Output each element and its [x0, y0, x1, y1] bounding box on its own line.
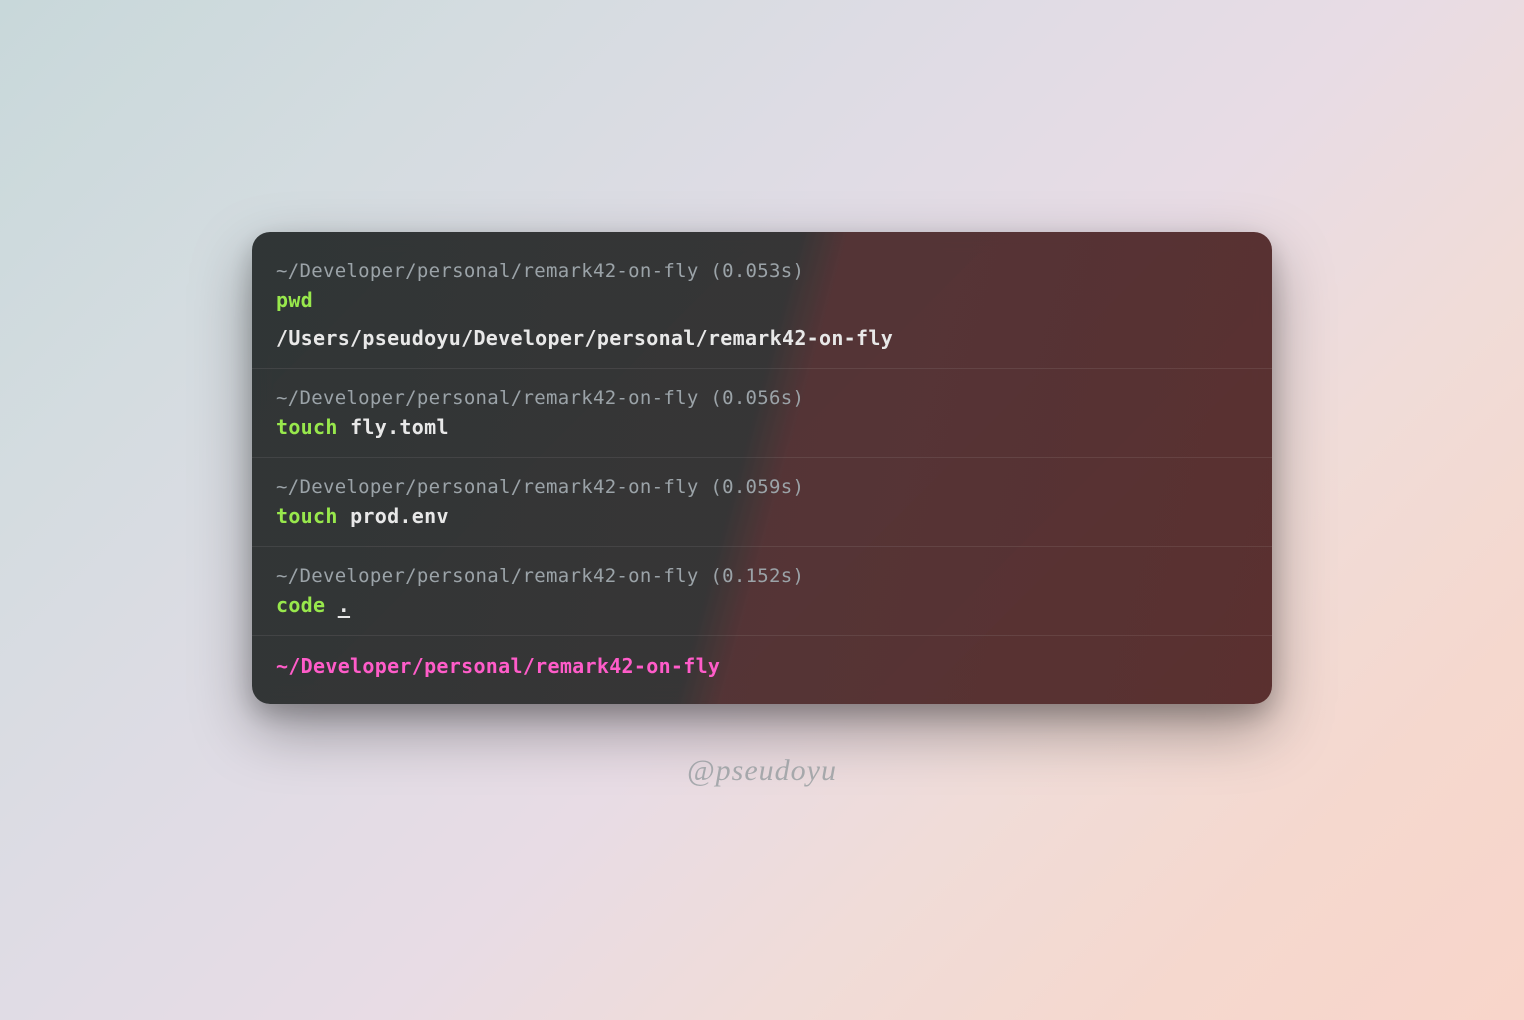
current-prompt: ~/Developer/personal/remark42-on-fly	[276, 654, 1248, 678]
command-line: pwd	[276, 288, 1248, 312]
terminal-block: ~/Developer/personal/remark42-on-fly (0.…	[252, 458, 1272, 547]
command-keyword: code	[276, 593, 325, 617]
prompt-path: ~/Developer/personal/remark42-on-fly (0.…	[276, 387, 1248, 409]
terminal-block: ~/Developer/personal/remark42-on-fly (0.…	[252, 232, 1272, 369]
terminal-window[interactable]: ~/Developer/personal/remark42-on-fly (0.…	[252, 232, 1272, 704]
command-arg: .	[338, 593, 350, 617]
prompt-path: ~/Developer/personal/remark42-on-fly (0.…	[276, 260, 1248, 282]
command-arg: fly.toml	[350, 415, 449, 439]
terminal-block-current[interactable]: ~/Developer/personal/remark42-on-fly	[252, 636, 1272, 704]
command-line: code .	[276, 593, 1248, 617]
terminal-block: ~/Developer/personal/remark42-on-fly (0.…	[252, 547, 1272, 636]
command-keyword: touch	[276, 415, 338, 439]
terminal-block: ~/Developer/personal/remark42-on-fly (0.…	[252, 369, 1272, 458]
command-line: touch fly.toml	[276, 415, 1248, 439]
prompt-path: ~/Developer/personal/remark42-on-fly (0.…	[276, 565, 1248, 587]
watermark: @pseudoyu	[687, 754, 837, 788]
command-keyword: pwd	[276, 288, 313, 312]
command-line: touch prod.env	[276, 504, 1248, 528]
command-arg: prod.env	[350, 504, 449, 528]
command-keyword: touch	[276, 504, 338, 528]
prompt-path: ~/Developer/personal/remark42-on-fly (0.…	[276, 476, 1248, 498]
command-output: /Users/pseudoyu/Developer/personal/remar…	[276, 326, 1248, 350]
